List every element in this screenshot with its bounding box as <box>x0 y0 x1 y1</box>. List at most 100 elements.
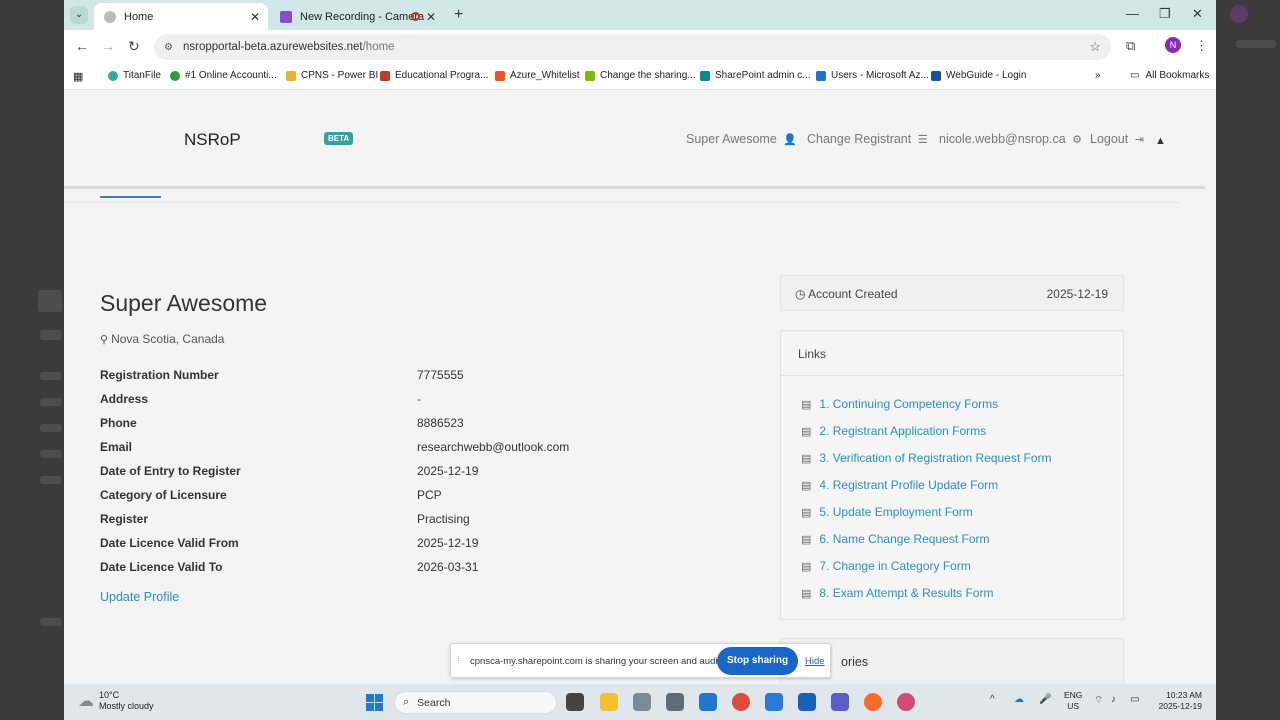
more-bookmarks-icon[interactable]: » <box>1095 70 1101 81</box>
detail-value: PCP <box>417 488 442 502</box>
browser-menu-icon[interactable]: ⋮ <box>1195 38 1208 54</box>
apps-grid-icon[interactable]: ▦ <box>73 70 83 83</box>
form-link[interactable]: ▤ 7. Change in Category Form <box>801 559 971 573</box>
document-icon: ▤ <box>801 426 812 438</box>
reload-button[interactable]: ↻ <box>128 38 140 55</box>
site-brand[interactable]: NSRoP <box>184 130 241 150</box>
form-link[interactable]: ▤ 4. Registrant Profile Update Form <box>801 478 998 492</box>
bookmark-label: Azure_Whitelist <box>510 70 580 81</box>
form-link[interactable]: ▤ 3. Verification of Registration Request… <box>801 451 1052 465</box>
titanfile-icon <box>108 70 118 81</box>
word-icon[interactable] <box>798 693 816 711</box>
bookmark-item[interactable]: SharePoint admin c... <box>700 70 811 81</box>
planner-icon[interactable] <box>765 693 783 711</box>
detail-label: Address <box>100 392 149 406</box>
form-link[interactable]: ▤ 1. Continuing Competency Forms <box>801 397 998 411</box>
all-bookmarks[interactable]: ▭ All Bookmarks <box>1130 70 1209 81</box>
document-icon: ▤ <box>801 561 812 573</box>
close-window-button[interactable]: ✕ <box>1192 6 1203 22</box>
document-icon: ▤ <box>801 507 812 519</box>
bookmark-item[interactable]: CPNS - Power BI <box>286 70 378 81</box>
close-icon[interactable]: ✕ <box>250 10 260 24</box>
address-bar[interactable]: ⚙ nsropportal-beta.azurewebsites.net/hom… <box>154 34 1111 60</box>
show-hidden-icons[interactable]: ^ <box>990 694 995 705</box>
form-link[interactable]: ▤ 5. Update Employment Form <box>801 505 973 519</box>
screen-share-banner: ⁞ cpnsca-my.sharepoint.com is sharing yo… <box>450 643 831 678</box>
language-indicator[interactable]: ENG US <box>1064 690 1082 712</box>
form-link[interactable]: ▤ 8. Exam Attempt & Results Form <box>801 586 993 600</box>
star-bookmark-icon <box>380 70 390 81</box>
forward-button[interactable]: → <box>101 38 115 54</box>
form-link[interactable]: ▤ 2. Registrant Application Forms <box>801 424 986 438</box>
battery-icon[interactable]: ▭ <box>1130 694 1139 705</box>
hide-banner-link[interactable]: Hide <box>805 656 825 667</box>
clock-time: 10:23 AM <box>1166 690 1202 700</box>
task-view-icon[interactable] <box>566 693 584 711</box>
detail-label: Email <box>100 440 133 454</box>
account-created-card: ◷ Account Created 2025-12-19 <box>780 275 1124 311</box>
qb-icon <box>170 70 180 81</box>
form-link[interactable]: ▤ 6. Name Change Request Form <box>801 532 990 546</box>
microphone-icon[interactable]: 🎤 <box>1039 694 1051 705</box>
weather-widget[interactable]: ☁ 10°C Mostly cloudy <box>78 690 154 712</box>
tab-home[interactable]: Home ✕ <box>94 3 268 30</box>
minimize-button[interactable]: — <box>1126 6 1139 21</box>
wifi-icon[interactable]: ⌔ <box>1094 694 1103 707</box>
tab-strip: ⌄ Home ✕ New Recording - Camera ✕ + — ❐ … <box>64 0 1216 30</box>
nav-account-email[interactable]: nicole.webb@nsrop.ca ⚙ <box>939 132 1082 146</box>
taskbar-search[interactable]: ⌕ Search <box>394 691 557 714</box>
bookmark-item[interactable]: #1 Online Accounti... <box>170 70 277 81</box>
bookmark-item[interactable]: Educational Progra... <box>380 70 488 81</box>
printer-app-icon[interactable] <box>633 693 651 711</box>
stop-sharing-button[interactable]: Stop sharing <box>717 647 798 675</box>
bookmark-star-icon[interactable]: ☆ <box>1089 39 1101 55</box>
volume-icon[interactable]: ♪ <box>1111 694 1116 705</box>
outlook-icon[interactable] <box>699 693 717 711</box>
tab-search-button[interactable]: ⌄ <box>70 6 88 24</box>
account-created-text: Account Created <box>808 287 898 301</box>
bookmark-item[interactable]: TitanFile <box>108 70 161 81</box>
profile-avatar[interactable]: N <box>1165 37 1181 53</box>
chrome-profile-icon[interactable] <box>897 693 915 711</box>
partial-card: ories <box>780 638 1124 684</box>
system-clock[interactable]: 10:23 AM 2025-12-19 <box>1152 690 1202 712</box>
browser-window: ⌄ Home ✕ New Recording - Camera ✕ + — ❐ … <box>64 0 1216 684</box>
close-icon[interactable]: ✕ <box>426 10 436 24</box>
back-button[interactable]: ← <box>75 38 89 54</box>
cloud-icon: ☁ <box>78 692 94 710</box>
bookmark-item[interactable]: WebGuide - Login <box>931 70 1026 81</box>
detail-label: Date Licence Valid From <box>100 536 239 550</box>
document-icon: ▤ <box>801 399 812 411</box>
chrome-icon[interactable] <box>732 693 750 711</box>
nav-logout[interactable]: Logout ⇥ <box>1090 132 1144 146</box>
bookmark-item[interactable]: Change the sharing... <box>585 70 696 81</box>
new-tab-button[interactable]: + <box>454 6 463 24</box>
form-link-label: 4. Registrant Profile Update Form <box>819 478 999 492</box>
restore-button[interactable]: ❐ <box>1159 6 1171 22</box>
nav-change-registrant[interactable]: Change Registrant ☰ <box>807 132 928 146</box>
tab-title: Home <box>124 10 154 23</box>
extensions-icon[interactable]: ⧉ <box>1126 38 1135 54</box>
bookmark-label: TitanFile <box>123 70 161 81</box>
detail-label: Phone <box>100 416 137 430</box>
language-code: ENG <box>1064 690 1083 700</box>
bookmark-item[interactable]: Users - Microsoft Az... <box>816 70 929 81</box>
windows-start-icon[interactable] <box>366 694 383 711</box>
share-message: cpnsca-my.sharepoint.com is sharing your… <box>470 656 726 667</box>
firefox-icon[interactable] <box>864 693 882 711</box>
bookmark-item[interactable]: Azure_Whitelist <box>495 70 579 81</box>
update-profile-link[interactable]: Update Profile <box>100 590 179 604</box>
site-info-icon[interactable]: ⚙ <box>164 42 173 53</box>
drag-handle-icon[interactable]: ⁞ <box>457 655 460 665</box>
onedrive-icon[interactable]: ☁ <box>1014 694 1024 705</box>
detail-label: Registration Number <box>100 368 219 382</box>
nav-user[interactable]: Super Awesome 👤 <box>686 132 797 146</box>
calculator-icon[interactable] <box>666 693 684 711</box>
tab-recording[interactable]: New Recording - Camera ✕ <box>270 3 444 30</box>
teams-icon[interactable] <box>831 693 849 711</box>
file-explorer-icon[interactable] <box>600 693 618 711</box>
browser-toolbar: ← → ↻ ⚙ nsropportal-beta.azurewebsites.n… <box>64 30 1216 63</box>
detail-value: 7775555 <box>417 368 464 382</box>
document-icon: ▤ <box>801 534 812 546</box>
gear-icon: ⚙ <box>1072 134 1083 146</box>
